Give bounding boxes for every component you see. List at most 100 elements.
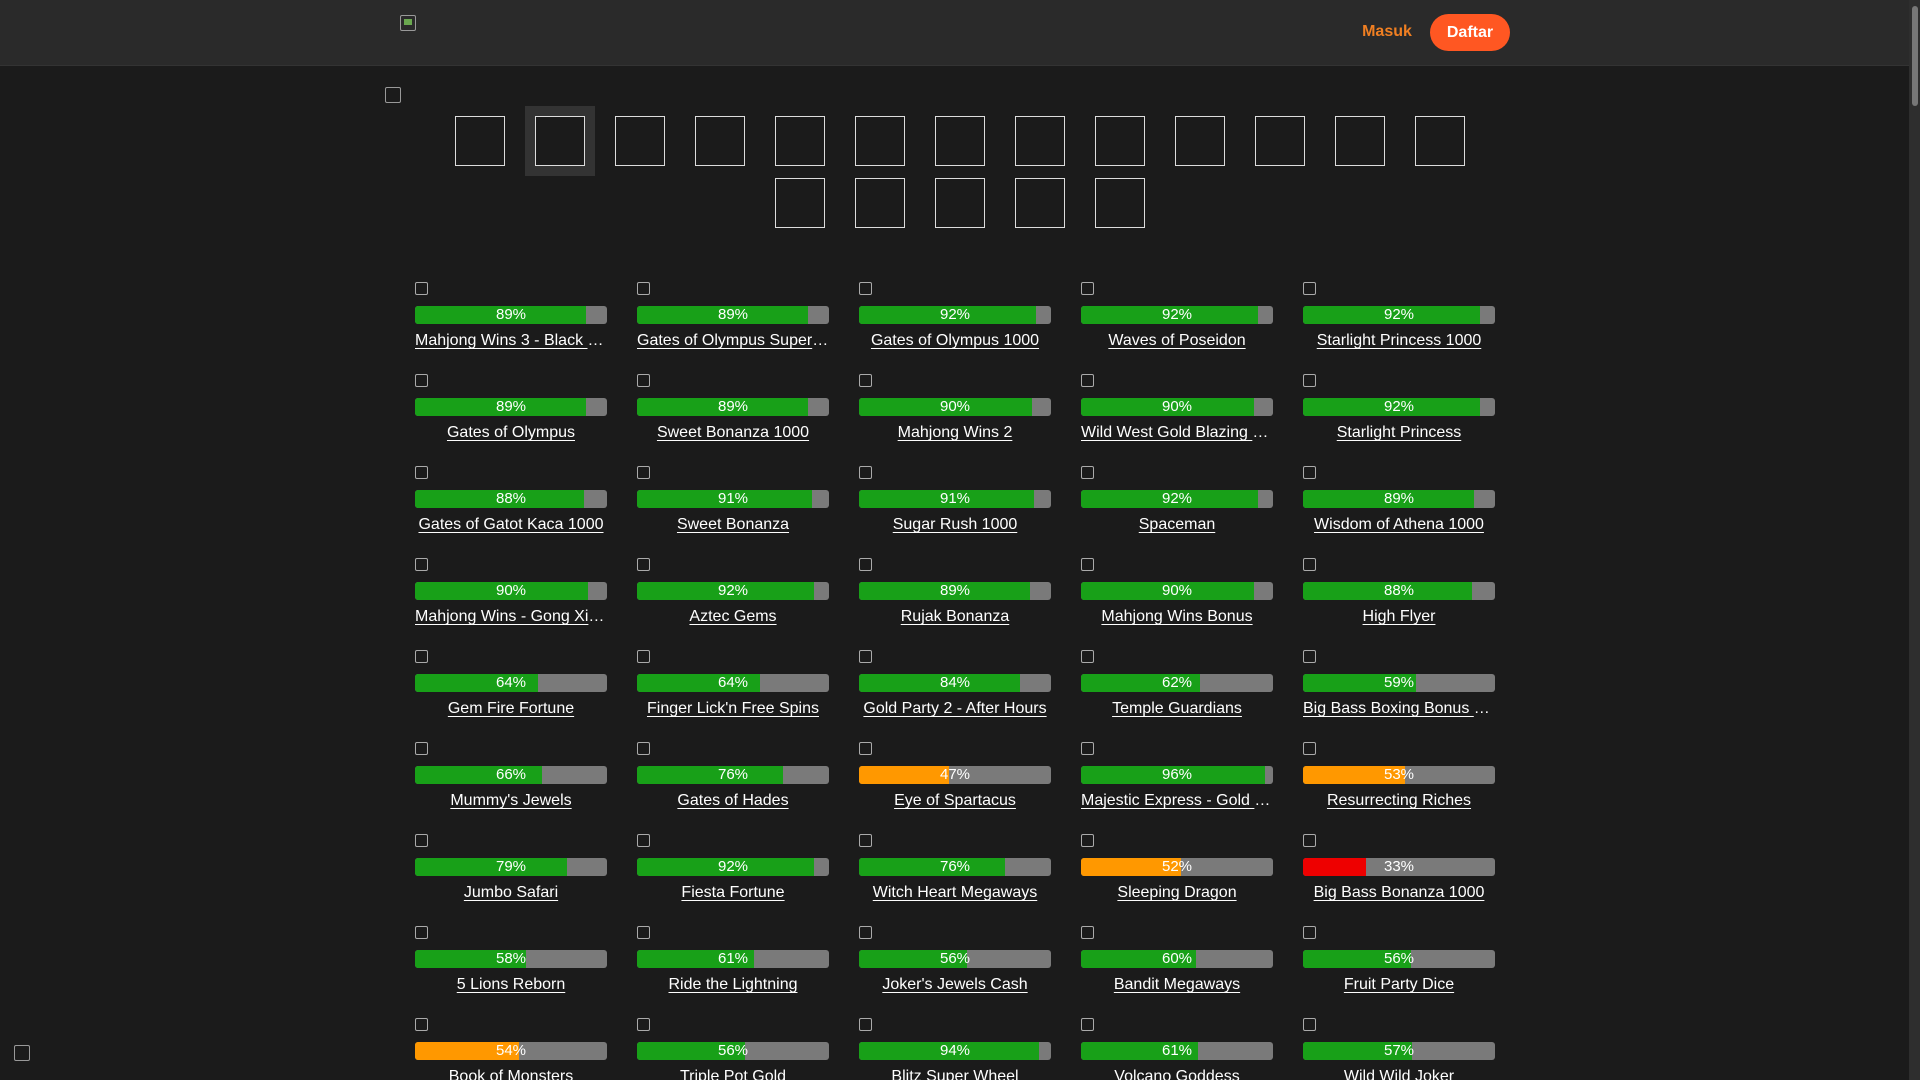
game-name-link[interactable]: Fruit Party Dice bbox=[1303, 976, 1495, 994]
game-card[interactable]: 61% Volcano Goddess bbox=[1081, 1018, 1273, 1080]
game-card[interactable]: 92% Gates of Olympus 1000 bbox=[859, 282, 1051, 349]
game-thumbnail-icon[interactable] bbox=[415, 1018, 428, 1031]
game-name-link[interactable]: Eye of Spartacus bbox=[859, 792, 1051, 810]
game-name-link[interactable]: Spaceman bbox=[1081, 516, 1273, 534]
game-card[interactable]: 54% Book of Monsters bbox=[415, 1018, 607, 1080]
game-name-link[interactable]: Volcano Goddess bbox=[1081, 1068, 1273, 1080]
game-card[interactable]: 89% Wisdom of Athena 1000 bbox=[1303, 466, 1495, 533]
game-card[interactable]: 90% Wild West Gold Blazing Bounty bbox=[1081, 374, 1273, 441]
game-card[interactable]: 53% Resurrecting Riches bbox=[1303, 742, 1495, 809]
game-thumbnail-icon[interactable] bbox=[1081, 650, 1094, 663]
game-name-link[interactable]: Wild West Gold Blazing Bounty bbox=[1081, 424, 1273, 442]
game-name-link[interactable]: Gem Fire Fortune bbox=[415, 700, 607, 718]
provider-logo-icon[interactable] bbox=[935, 116, 985, 166]
game-thumbnail-icon[interactable] bbox=[859, 926, 872, 939]
game-thumbnail-icon[interactable] bbox=[1303, 742, 1316, 755]
provider-logo-icon[interactable] bbox=[1335, 116, 1385, 166]
game-card[interactable]: 88% High Flyer bbox=[1303, 558, 1495, 625]
game-name-link[interactable]: Gates of Hades bbox=[637, 792, 829, 810]
game-card[interactable]: 89% Sweet Bonanza 1000 bbox=[637, 374, 829, 441]
game-thumbnail-icon[interactable] bbox=[1081, 282, 1094, 295]
game-card[interactable]: 61% Ride the Lightning bbox=[637, 926, 829, 993]
game-thumbnail-icon[interactable] bbox=[859, 466, 872, 479]
game-name-link[interactable]: Starlight Princess bbox=[1303, 424, 1495, 442]
game-card[interactable]: 89% Gates of Olympus Super Scatter bbox=[637, 282, 829, 349]
game-card[interactable]: 92% Fiesta Fortune bbox=[637, 834, 829, 901]
game-thumbnail-icon[interactable] bbox=[859, 374, 872, 387]
game-card[interactable]: 33% Big Bass Bonanza 1000 bbox=[1303, 834, 1495, 901]
game-name-link[interactable]: Bandit Megaways bbox=[1081, 976, 1273, 994]
game-thumbnail-icon[interactable] bbox=[1303, 834, 1316, 847]
game-card[interactable]: 91% Sugar Rush 1000 bbox=[859, 466, 1051, 533]
provider-logo-icon[interactable] bbox=[1095, 116, 1145, 166]
game-name-link[interactable]: Big Bass Bonanza 1000 bbox=[1303, 884, 1495, 902]
game-thumbnail-icon[interactable] bbox=[859, 834, 872, 847]
game-name-link[interactable]: 5 Lions Reborn bbox=[415, 976, 607, 994]
game-thumbnail-icon[interactable] bbox=[637, 650, 650, 663]
game-thumbnail-icon[interactable] bbox=[859, 650, 872, 663]
game-card[interactable]: 92% Waves of Poseidon bbox=[1081, 282, 1273, 349]
provider-logo-icon[interactable] bbox=[455, 116, 505, 166]
game-name-link[interactable]: Temple Guardians bbox=[1081, 700, 1273, 718]
game-thumbnail-icon[interactable] bbox=[1081, 466, 1094, 479]
game-card[interactable]: 94% Blitz Super Wheel bbox=[859, 1018, 1051, 1080]
site-logo-icon[interactable] bbox=[400, 15, 416, 31]
game-name-link[interactable]: Mahjong Wins 3 - Black Scatter bbox=[415, 332, 607, 350]
game-thumbnail-icon[interactable] bbox=[1303, 374, 1316, 387]
game-thumbnail-icon[interactable] bbox=[637, 1018, 650, 1031]
game-thumbnail-icon[interactable] bbox=[1303, 282, 1316, 295]
game-thumbnail-icon[interactable] bbox=[415, 466, 428, 479]
provider-logo-icon[interactable] bbox=[695, 116, 745, 166]
game-card[interactable]: 92% Starlight Princess 1000 bbox=[1303, 282, 1495, 349]
game-thumbnail-icon[interactable] bbox=[859, 742, 872, 755]
game-card[interactable]: 90% Mahjong Wins 2 bbox=[859, 374, 1051, 441]
game-card[interactable]: 60% Bandit Megaways bbox=[1081, 926, 1273, 993]
game-card[interactable]: 89% Gates of Olympus bbox=[415, 374, 607, 441]
game-thumbnail-icon[interactable] bbox=[637, 742, 650, 755]
game-thumbnail-icon[interactable] bbox=[1081, 742, 1094, 755]
game-thumbnail-icon[interactable] bbox=[1081, 1018, 1094, 1031]
game-card[interactable]: 57% Wild Wild Joker bbox=[1303, 1018, 1495, 1080]
provider-logo-icon[interactable] bbox=[1015, 116, 1065, 166]
game-card[interactable]: 66% Mummy's Jewels bbox=[415, 742, 607, 809]
game-name-link[interactable]: Gold Party 2 - After Hours bbox=[859, 700, 1051, 718]
game-card[interactable]: 76% Witch Heart Megaways bbox=[859, 834, 1051, 901]
game-thumbnail-icon[interactable] bbox=[1303, 1018, 1316, 1031]
provider-logo-icon[interactable] bbox=[535, 116, 585, 166]
game-thumbnail-icon[interactable] bbox=[859, 282, 872, 295]
provider-logo-icon[interactable] bbox=[1255, 116, 1305, 166]
game-card[interactable]: 90% Mahjong Wins Bonus bbox=[1081, 558, 1273, 625]
game-card[interactable]: 62% Temple Guardians bbox=[1081, 650, 1273, 717]
game-card[interactable]: 52% Sleeping Dragon bbox=[1081, 834, 1273, 901]
game-thumbnail-icon[interactable] bbox=[415, 926, 428, 939]
game-name-link[interactable]: Sweet Bonanza 1000 bbox=[637, 424, 829, 442]
game-thumbnail-icon[interactable] bbox=[415, 834, 428, 847]
game-name-link[interactable]: Sugar Rush 1000 bbox=[859, 516, 1051, 534]
provider-logo-icon[interactable] bbox=[855, 178, 905, 228]
game-card[interactable]: 92% Starlight Princess bbox=[1303, 374, 1495, 441]
game-thumbnail-icon[interactable] bbox=[415, 282, 428, 295]
game-name-link[interactable]: Waves of Poseidon bbox=[1081, 332, 1273, 350]
game-name-link[interactable]: Aztec Gems bbox=[637, 608, 829, 626]
provider-logo-icon[interactable] bbox=[775, 116, 825, 166]
game-card[interactable]: 76% Gates of Hades bbox=[637, 742, 829, 809]
game-thumbnail-icon[interactable] bbox=[1303, 650, 1316, 663]
game-card[interactable]: 56% Triple Pot Gold bbox=[637, 1018, 829, 1080]
game-name-link[interactable]: Mummy's Jewels bbox=[415, 792, 607, 810]
game-thumbnail-icon[interactable] bbox=[1081, 374, 1094, 387]
game-thumbnail-icon[interactable] bbox=[415, 650, 428, 663]
game-card[interactable]: 58% 5 Lions Reborn bbox=[415, 926, 607, 993]
game-name-link[interactable]: Resurrecting Riches bbox=[1303, 792, 1495, 810]
game-thumbnail-icon[interactable] bbox=[415, 558, 428, 571]
provider-logo-icon[interactable] bbox=[615, 116, 665, 166]
game-thumbnail-icon[interactable] bbox=[637, 374, 650, 387]
game-name-link[interactable]: Triple Pot Gold bbox=[637, 1068, 829, 1080]
provider-logo-icon[interactable] bbox=[855, 116, 905, 166]
game-thumbnail-icon[interactable] bbox=[415, 742, 428, 755]
game-name-link[interactable]: Mahjong Wins - Gong Xi Fa Cai bbox=[415, 608, 607, 626]
game-card[interactable]: 92% Spaceman bbox=[1081, 466, 1273, 533]
game-card[interactable]: 88% Gates of Gatot Kaca 1000 bbox=[415, 466, 607, 533]
scrollbar-thumb[interactable] bbox=[1912, 6, 1918, 106]
game-thumbnail-icon[interactable] bbox=[1081, 558, 1094, 571]
game-card[interactable]: 89% Mahjong Wins 3 - Black Scatter bbox=[415, 282, 607, 349]
